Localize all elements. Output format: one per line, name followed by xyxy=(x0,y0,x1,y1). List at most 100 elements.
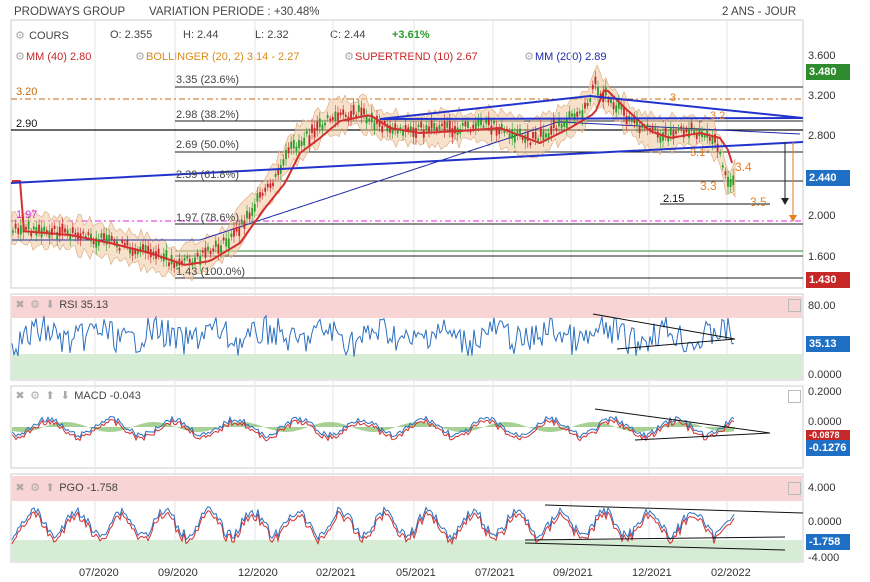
candle-body xyxy=(565,118,568,128)
ytick: 0.2000 xyxy=(808,386,842,398)
pgo-channel-upper xyxy=(544,504,804,514)
candle-body xyxy=(550,125,553,135)
candle-body xyxy=(706,129,709,138)
price-layer xyxy=(11,64,801,282)
candle-body xyxy=(183,257,186,261)
close-icon[interactable]: ✖ xyxy=(14,298,26,311)
macd-signal-tag: -0.0878 xyxy=(806,430,850,440)
macd-label: MACD xyxy=(74,390,107,402)
ytick: 1.600 xyxy=(808,251,836,263)
candle-body xyxy=(703,135,706,138)
xtick: 09/2021 xyxy=(553,567,593,579)
candle-body xyxy=(560,123,563,129)
arrow-black-head xyxy=(781,198,789,205)
maximize-icon[interactable] xyxy=(788,390,801,403)
candle-body xyxy=(118,247,121,251)
xtick: 12/2021 xyxy=(632,567,672,579)
fib-label-382: 2.98 (38.2%) xyxy=(176,109,239,121)
candle-body xyxy=(87,232,90,236)
candle-body xyxy=(337,112,339,121)
candle-body xyxy=(108,235,111,243)
ytick: 3.600 xyxy=(808,50,836,62)
close-icon[interactable]: ✖ xyxy=(14,481,26,494)
candle-body xyxy=(173,262,176,269)
candle-body xyxy=(220,245,222,253)
candle-body xyxy=(508,133,511,139)
candle-body xyxy=(342,109,345,115)
candle-body xyxy=(612,102,615,110)
candle-body xyxy=(331,117,334,121)
maximize-icon[interactable] xyxy=(788,299,801,312)
rsi-overbought-zone xyxy=(12,296,802,318)
low-price-tag: 1.430 xyxy=(806,272,850,288)
last-price-tag: 2.440 xyxy=(806,170,850,186)
maximize-icon[interactable] xyxy=(788,482,801,495)
candle-body xyxy=(308,135,311,146)
candle-body xyxy=(142,244,144,251)
support-trendline xyxy=(10,141,804,184)
annotation-33: 3.3 xyxy=(700,179,717,193)
ytick: 4.000 xyxy=(808,482,836,494)
candle-body xyxy=(532,131,534,139)
candle-body xyxy=(625,115,628,125)
macd-tag: -0.1276 xyxy=(806,440,850,456)
candle-body xyxy=(490,125,493,135)
settings-icon[interactable]: ⚙ xyxy=(29,389,41,402)
candle-body xyxy=(339,112,342,116)
ytick: 0.0000 xyxy=(808,369,842,381)
rsi-tag: 35.13 xyxy=(806,336,850,352)
candle-body xyxy=(651,126,654,131)
candle-body xyxy=(474,122,477,130)
move-down-icon[interactable]: ⬇ xyxy=(59,389,71,402)
candle-body xyxy=(168,262,170,267)
candle-body xyxy=(363,108,365,115)
candle-body xyxy=(256,193,259,202)
candle-body xyxy=(313,128,316,138)
candle-body xyxy=(48,230,51,239)
candle-body xyxy=(352,104,355,115)
candle-body xyxy=(201,250,204,253)
candle-body xyxy=(287,147,290,154)
candle-body xyxy=(724,171,727,176)
close-icon[interactable]: ✖ xyxy=(14,389,26,402)
annotation-3: 3 xyxy=(670,92,677,104)
candle-body xyxy=(589,98,592,103)
candle-body xyxy=(217,244,220,254)
candle-body xyxy=(597,86,599,96)
candle-body xyxy=(542,130,545,141)
pgo-value: -1.758 xyxy=(86,482,118,494)
candle-body xyxy=(324,122,326,126)
candle-body xyxy=(708,136,711,141)
move-down-icon[interactable]: ⬇ xyxy=(44,298,56,311)
ytick: 0.0000 xyxy=(808,416,842,428)
price-chart[interactable] xyxy=(0,0,870,582)
candle-body xyxy=(227,238,230,249)
candle-body xyxy=(498,128,501,135)
macd-layer xyxy=(11,415,735,442)
candle-body xyxy=(186,256,189,259)
candle-body xyxy=(32,226,35,230)
candle-body xyxy=(233,228,235,237)
candle-body xyxy=(238,226,241,237)
move-up-icon[interactable]: ⬆ xyxy=(44,481,56,494)
settings-icon[interactable]: ⚙ xyxy=(29,481,41,494)
candle-body xyxy=(113,240,116,244)
candle-body xyxy=(552,118,555,129)
ytick: 80.00 xyxy=(808,300,836,312)
candle-body xyxy=(53,225,56,229)
candle-body xyxy=(272,182,274,187)
candle-body xyxy=(123,243,126,246)
fib-label-500: 2.69 (50.0%) xyxy=(176,139,239,151)
candle-body xyxy=(290,141,293,149)
candle-body xyxy=(446,122,449,128)
candle-body xyxy=(61,223,64,233)
candle-body xyxy=(571,113,573,117)
candle-body xyxy=(441,123,443,126)
candle-body xyxy=(230,233,233,238)
candle-body xyxy=(451,127,454,138)
settings-icon[interactable]: ⚙ xyxy=(29,298,41,311)
candle-body xyxy=(259,192,261,198)
xtick: 02/2022 xyxy=(711,567,751,579)
move-up-icon[interactable]: ⬆ xyxy=(44,389,56,402)
candle-body xyxy=(586,103,589,106)
